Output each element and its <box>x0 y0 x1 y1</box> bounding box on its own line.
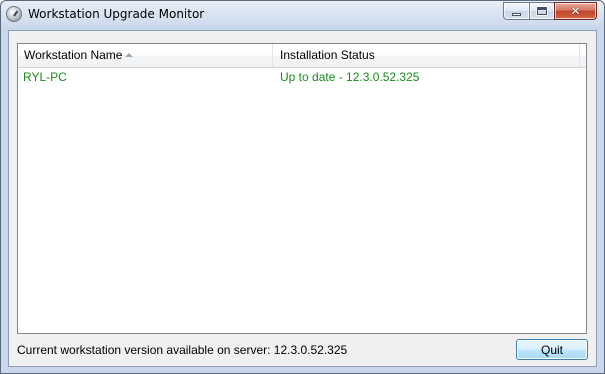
sort-ascending-icon <box>125 53 133 57</box>
column-header-label: Workstation Name <box>24 48 123 62</box>
installation-status-cell: Up to date - 12.3.0.52.325 <box>280 70 420 84</box>
server-version-label: Current workstation version available on… <box>17 343 348 357</box>
client-area: Workstation Name Installation Status RYL… <box>8 30 597 367</box>
column-header-workstation-name[interactable]: Workstation Name <box>18 44 273 67</box>
window-title: Workstation Upgrade Monitor <box>28 7 205 21</box>
minimize-icon <box>512 12 521 16</box>
window-controls: ✕ <box>503 2 597 20</box>
close-icon: ✕ <box>570 4 581 18</box>
column-header-label: Installation Status <box>280 48 375 62</box>
list-item[interactable]: RYL-PC Up to date - 12.3.0.52.325 <box>18 69 586 85</box>
workstation-name-cell: RYL-PC <box>23 70 67 84</box>
workstation-list[interactable]: Workstation Name Installation Status RYL… <box>17 43 587 334</box>
close-button[interactable]: ✕ <box>554 2 597 20</box>
quit-button[interactable]: Quit <box>516 339 588 360</box>
minimize-button[interactable] <box>503 2 529 20</box>
maximize-icon <box>537 7 547 15</box>
app-window: Workstation Upgrade Monitor ✕ Workstatio… <box>0 0 605 374</box>
column-header-installation-status[interactable]: Installation Status <box>274 44 580 67</box>
maximize-button[interactable] <box>529 2 554 20</box>
monitor-gauge-icon[interactable] <box>6 6 22 22</box>
title-bar[interactable]: Workstation Upgrade Monitor ✕ <box>1 1 604 30</box>
list-column-header: Workstation Name Installation Status <box>18 44 586 68</box>
